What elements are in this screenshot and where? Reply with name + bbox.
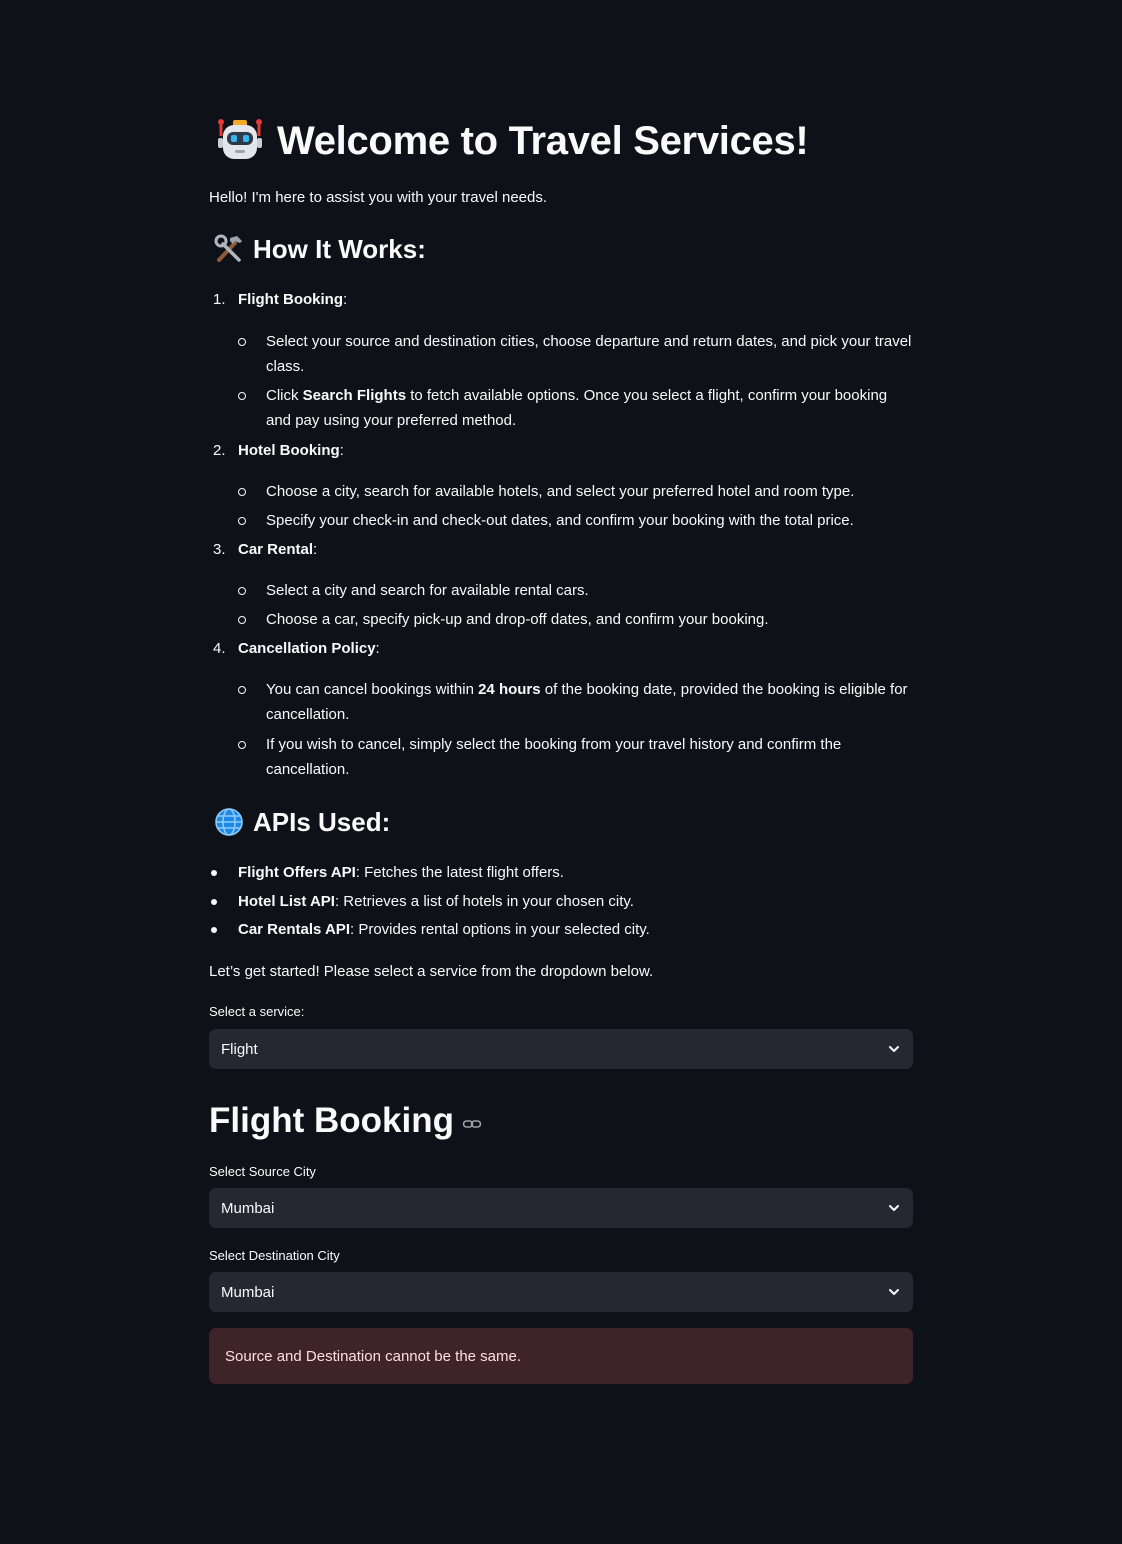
page-title-text: Welcome to Travel Services! [277,118,809,163]
apis-heading: APIs Used: [213,806,390,838]
bullet-icon [211,927,217,933]
globe-icon [215,808,243,836]
bullet-icon [238,517,246,525]
source-city-value: Mumbai [221,1199,275,1217]
source-city-label: Select Source City [209,1164,316,1179]
step-title: Flight Booking [238,291,343,308]
step-title: Car Rental [238,541,314,558]
service-select-label: Select a service: [209,1004,305,1019]
step-number: 3. [213,541,226,558]
robot-icon [218,119,262,159]
bullet-icon [238,741,246,749]
error-message: Source and Destination cannot be the sam… [225,1347,522,1365]
service-select[interactable]: Flight [209,1029,913,1069]
step-title: Hotel Booking [238,442,340,459]
how-it-works-heading: How It Works: [213,233,426,265]
step-number: 1. [213,291,226,308]
apis-heading-text: APIs Used: [253,806,391,837]
source-city-select[interactable]: Mumbai [209,1188,913,1228]
destination-city-label: Select Destination City [209,1248,340,1263]
destination-city-select[interactable]: Mumbai [209,1272,913,1312]
bullet-icon [238,616,246,624]
step-number: 2. [213,442,226,459]
chevron-down-icon [889,1205,899,1211]
bullet-icon [238,488,246,496]
bullet-icon [238,686,246,694]
step-number: 4. [213,640,226,657]
chevron-down-icon [889,1289,899,1295]
bullet-icon [238,392,246,400]
link-icon[interactable] [462,1117,482,1131]
page-title: Welcome to Travel Services! [215,116,809,166]
destination-city-value: Mumbai [221,1283,275,1301]
bullet-icon [211,870,217,876]
step-title: Cancellation Policy [238,640,376,657]
service-select-value: Flight [221,1040,258,1058]
flight-booking-heading: Flight Booking [209,1101,482,1141]
bullet-icon [211,899,217,905]
chevron-down-icon [889,1046,899,1052]
cta-text: Let’s get started! Please select a servi… [209,963,654,980]
bullet-icon [238,587,246,595]
error-alert: Source and Destination cannot be the sam… [209,1328,913,1384]
flight-booking-heading-text: Flight Booking [209,1101,454,1140]
how-it-works-heading-text: How It Works: [253,233,426,264]
intro-text: Hello! I'm here to assist you with your … [209,189,548,206]
bullet-icon [238,338,246,346]
tools-icon [214,234,242,262]
